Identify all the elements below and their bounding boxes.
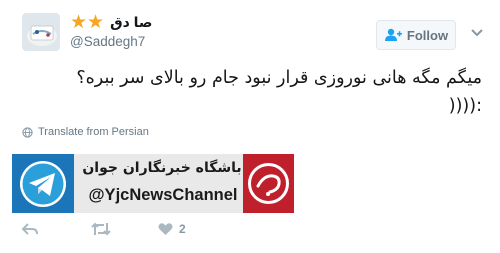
- add-user-icon: [384, 28, 402, 41]
- telegram-block: [12, 154, 74, 213]
- avatar[interactable]: [22, 13, 60, 51]
- translate-label: Translate from Persian: [38, 126, 149, 138]
- star-icon: ★★: [70, 10, 105, 33]
- follow-button[interactable]: Follow: [376, 20, 456, 50]
- banner-title: باشگاه خبرنگاران جوان: [82, 160, 242, 176]
- yjc-block: [243, 154, 294, 213]
- tweet-text-line-1: میگم مگه هانی نوروزی قرار نبود جام رو با…: [76, 68, 482, 88]
- banner-handle: @YjcNewsChannel: [88, 186, 238, 204]
- yjc-logo-icon: [248, 163, 289, 204]
- media-image[interactable]: باشگاه خبرنگاران جوان @YjcNewsChannel: [12, 154, 294, 213]
- tweet-text: میگم مگه هانی نوروزی قرار نبود جام رو با…: [22, 64, 482, 120]
- follow-label: Follow: [406, 27, 449, 43]
- translate-link[interactable]: Translate from Persian: [22, 126, 149, 138]
- reply-icon: [22, 223, 38, 235]
- reply-button[interactable]: [22, 222, 38, 236]
- tweet-text-line-2: :((((: [448, 96, 482, 116]
- telegram-icon: [20, 161, 66, 207]
- author-name-row[interactable]: ★★ صا دق: [70, 12, 152, 32]
- globe-icon: [22, 126, 33, 138]
- user-handle[interactable]: @Saddegh7: [70, 34, 145, 49]
- like-button[interactable]: 2: [158, 222, 186, 236]
- tweet-card: ★★ صا دق @Saddegh7 Follow میگم مگه هانی …: [0, 0, 500, 253]
- display-name[interactable]: صا دق: [110, 14, 152, 31]
- heart-icon: [158, 223, 173, 235]
- like-count: 2: [179, 222, 186, 236]
- retweet-button[interactable]: [91, 222, 111, 236]
- chevron-down-icon[interactable]: [471, 29, 483, 37]
- retweet-icon: [91, 222, 111, 236]
